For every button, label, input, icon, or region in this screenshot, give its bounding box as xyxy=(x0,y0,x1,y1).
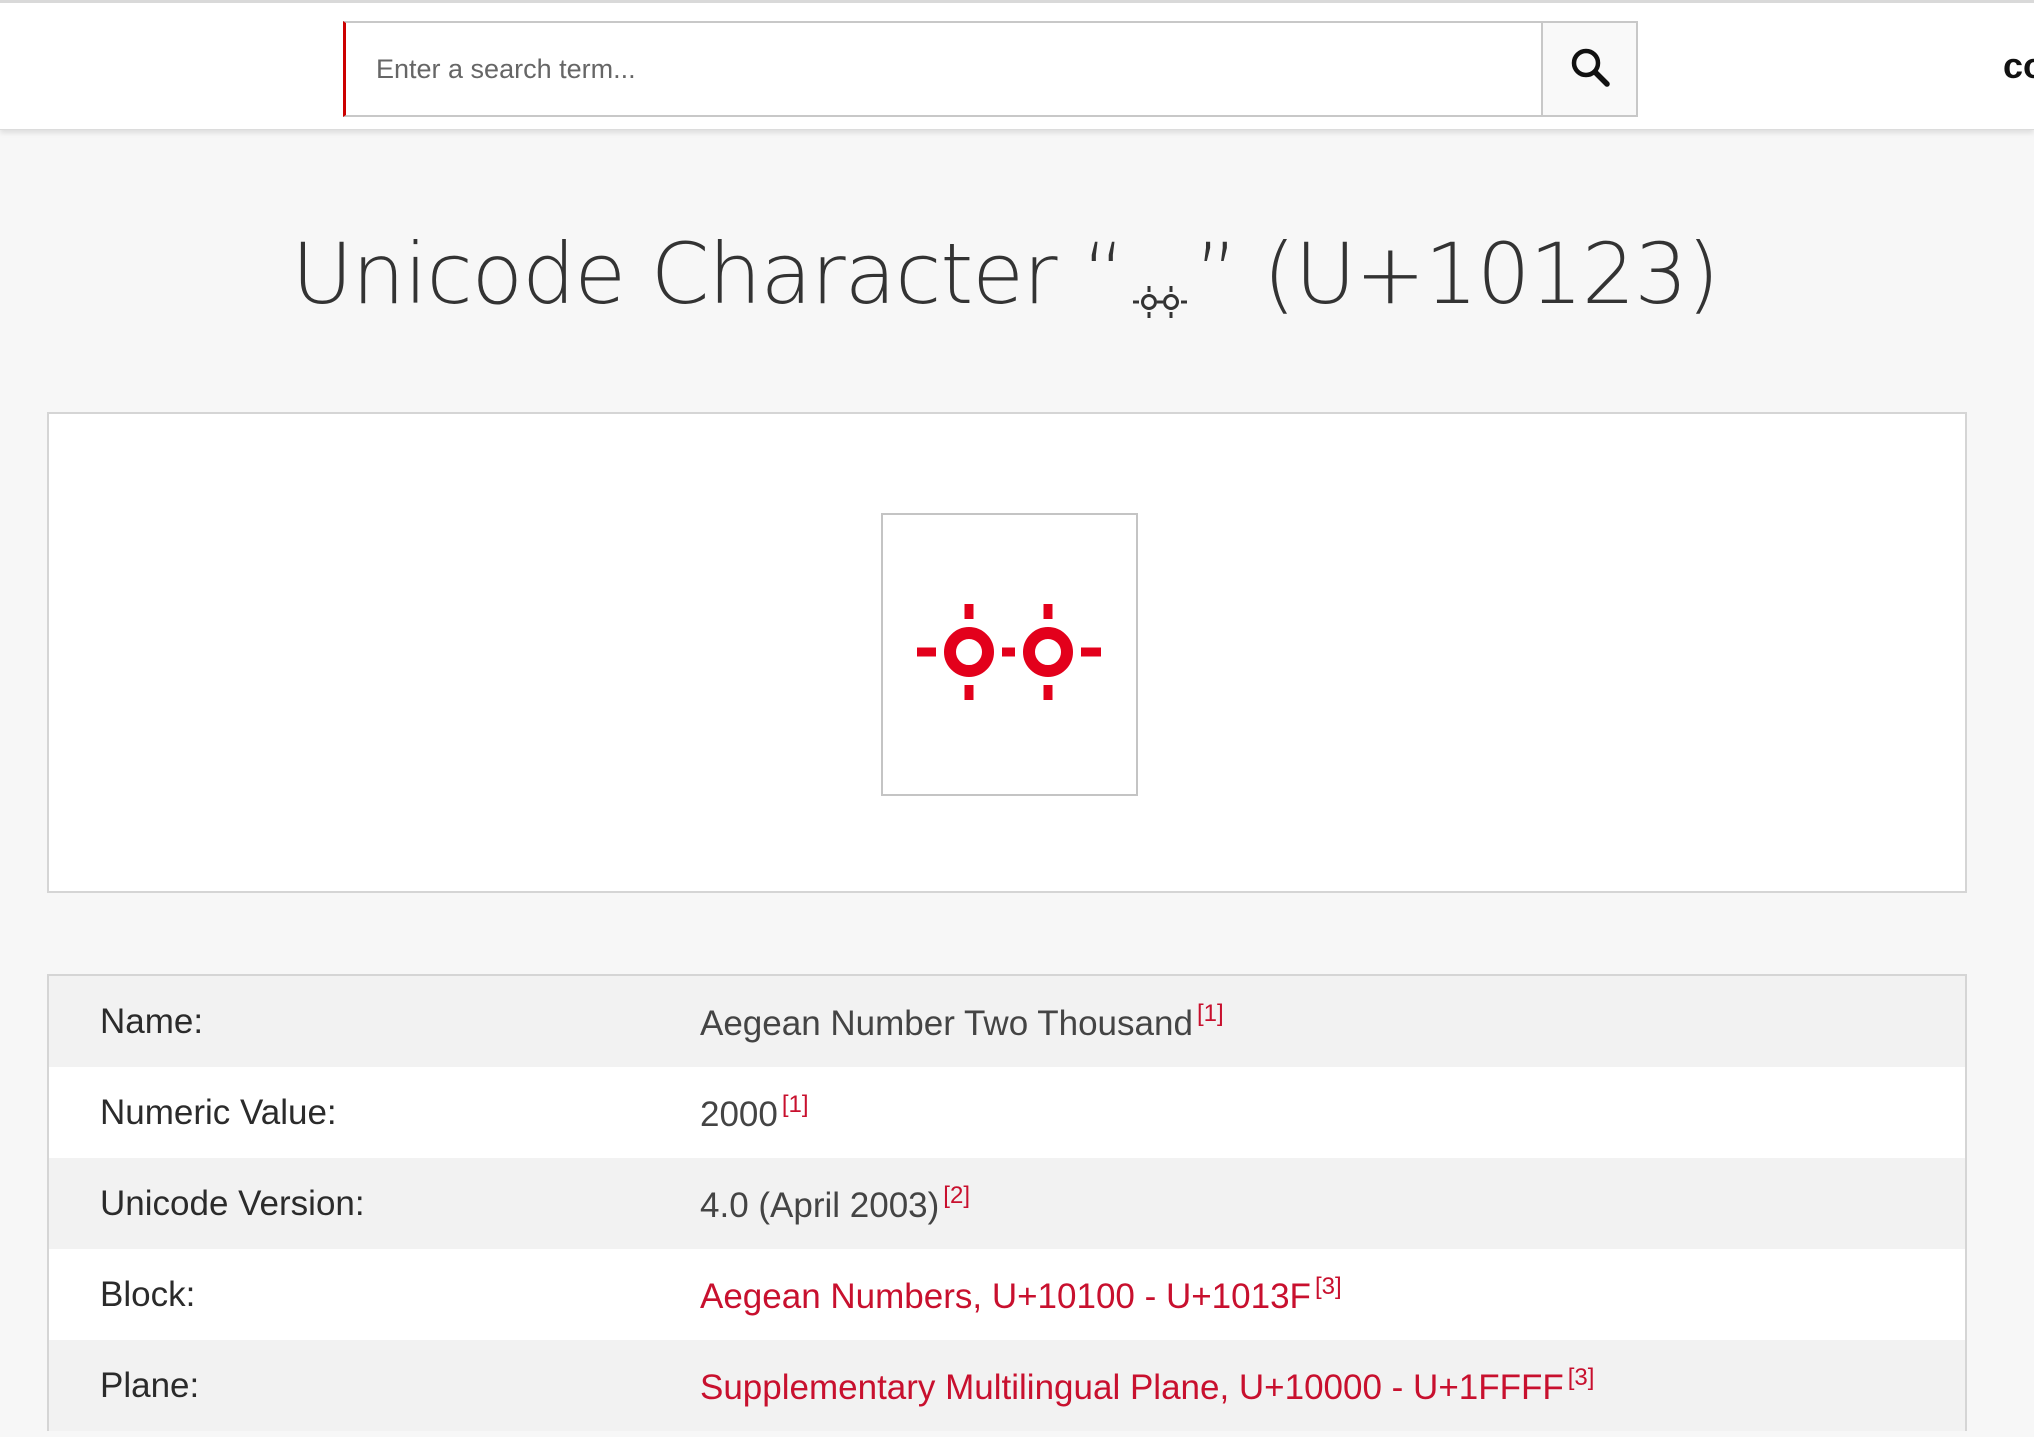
glyph-frame xyxy=(881,513,1138,796)
title-suffix: ” (U+10123) xyxy=(1194,225,1720,323)
reference-link[interactable]: [2] xyxy=(943,1182,970,1209)
search-icon xyxy=(1568,45,1612,94)
property-label: Block: xyxy=(100,1274,196,1314)
property-value: 2000 [1] xyxy=(700,1090,809,1134)
reference-link[interactable]: [1] xyxy=(782,1091,809,1118)
property-label: Plane: xyxy=(100,1365,200,1405)
table-row: Plane: Supplementary Multilingual Plane,… xyxy=(49,1340,1965,1431)
block-link[interactable]: Aegean Numbers, U+10100 - U+1013F [3] xyxy=(700,1273,1342,1317)
search-box xyxy=(343,21,1543,117)
reference-link[interactable]: [1] xyxy=(1197,1000,1224,1027)
site-logo[interactable]: co xyxy=(2003,45,2034,87)
glyph-preview-panel xyxy=(47,412,1967,893)
reference-link[interactable]: [3] xyxy=(1315,1273,1342,1300)
table-row: Name: Aegean Number Two Thousand [1] xyxy=(49,976,1965,1067)
property-label: Numeric Value: xyxy=(100,1092,337,1132)
search-button[interactable] xyxy=(1541,21,1638,117)
property-value: 4.0 (April 2003) [2] xyxy=(700,1181,970,1225)
reference-link[interactable]: [3] xyxy=(1568,1364,1595,1391)
properties-table: Name: Aegean Number Two Thousand [1] Nume… xyxy=(47,974,1967,1431)
table-row: Numeric Value: 2000 [1] xyxy=(49,1067,1965,1158)
aegean-number-two-thousand-icon xyxy=(1129,249,1191,318)
table-row: Block: Aegean Numbers, U+10100 - U+1013F… xyxy=(49,1249,1965,1340)
page-title: Unicode Character “ ” (U+10123) xyxy=(0,225,2010,323)
plane-link[interactable]: Supplementary Multilingual Plane, U+1000… xyxy=(700,1364,1594,1408)
search-input[interactable] xyxy=(346,23,1542,115)
property-label: Unicode Version: xyxy=(100,1183,365,1223)
aegean-number-two-thousand-icon xyxy=(916,602,1103,707)
title-prefix: Unicode Character “ xyxy=(291,225,1125,323)
property-value: Aegean Number Two Thousand [1] xyxy=(700,999,1224,1043)
site-header: co xyxy=(0,0,2034,130)
table-row: Unicode Version: 4.0 (April 2003) [2] xyxy=(49,1158,1965,1249)
property-label: Name: xyxy=(100,1001,204,1041)
